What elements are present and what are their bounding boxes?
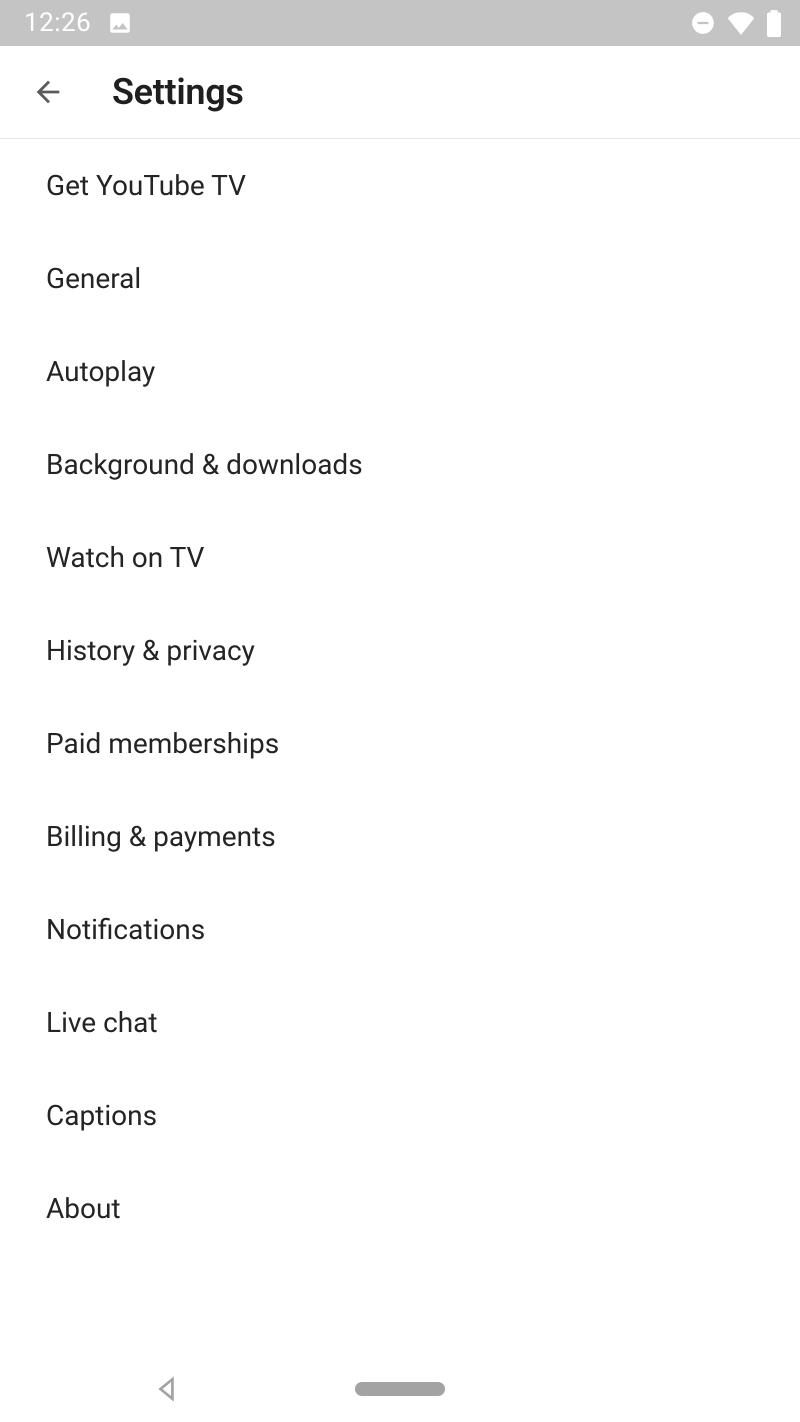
nav-back-button[interactable] bbox=[154, 1376, 180, 1402]
settings-item-label: Captions bbox=[46, 1099, 157, 1132]
settings-item-label: Notifications bbox=[46, 913, 205, 946]
battery-icon bbox=[766, 9, 782, 37]
image-icon bbox=[107, 10, 133, 36]
arrow-back-icon bbox=[31, 75, 65, 109]
settings-item-notifications[interactable]: Notifications bbox=[0, 883, 800, 976]
settings-list: Get YouTube TV General Autoplay Backgrou… bbox=[0, 139, 800, 1255]
nav-home-pill[interactable] bbox=[355, 1382, 445, 1396]
settings-item-label: Paid memberships bbox=[46, 727, 279, 760]
settings-item-background-downloads[interactable]: Background & downloads bbox=[0, 418, 800, 511]
settings-item-paid-memberships[interactable]: Paid memberships bbox=[0, 697, 800, 790]
app-bar: Settings bbox=[0, 46, 800, 139]
settings-item-about[interactable]: About bbox=[0, 1162, 800, 1255]
navigation-bar bbox=[0, 1356, 800, 1422]
status-bar-left: 12:26 bbox=[24, 8, 133, 38]
settings-item-label: History & privacy bbox=[46, 634, 255, 667]
settings-item-watch-on-tv[interactable]: Watch on TV bbox=[0, 511, 800, 604]
settings-item-billing-payments[interactable]: Billing & payments bbox=[0, 790, 800, 883]
settings-item-captions[interactable]: Captions bbox=[0, 1069, 800, 1162]
status-bar-right bbox=[690, 9, 782, 37]
settings-item-get-youtube-tv[interactable]: Get YouTube TV bbox=[0, 139, 800, 232]
settings-item-label: Watch on TV bbox=[46, 541, 204, 574]
settings-item-label: General bbox=[46, 262, 141, 295]
back-button[interactable] bbox=[20, 64, 76, 120]
status-bar: 12:26 bbox=[0, 0, 800, 46]
settings-item-label: About bbox=[46, 1192, 121, 1225]
settings-item-label: Get YouTube TV bbox=[46, 169, 246, 202]
do-not-disturb-icon bbox=[690, 10, 716, 36]
wifi-icon bbox=[726, 11, 756, 35]
settings-item-label: Background & downloads bbox=[46, 448, 363, 481]
settings-item-label: Autoplay bbox=[46, 355, 155, 388]
page-title: Settings bbox=[112, 71, 244, 113]
status-time: 12:26 bbox=[24, 8, 91, 38]
settings-item-general[interactable]: General bbox=[0, 232, 800, 325]
settings-item-label: Live chat bbox=[46, 1006, 158, 1039]
settings-item-live-chat[interactable]: Live chat bbox=[0, 976, 800, 1069]
settings-item-autoplay[interactable]: Autoplay bbox=[0, 325, 800, 418]
settings-item-history-privacy[interactable]: History & privacy bbox=[0, 604, 800, 697]
settings-item-label: Billing & payments bbox=[46, 820, 276, 853]
